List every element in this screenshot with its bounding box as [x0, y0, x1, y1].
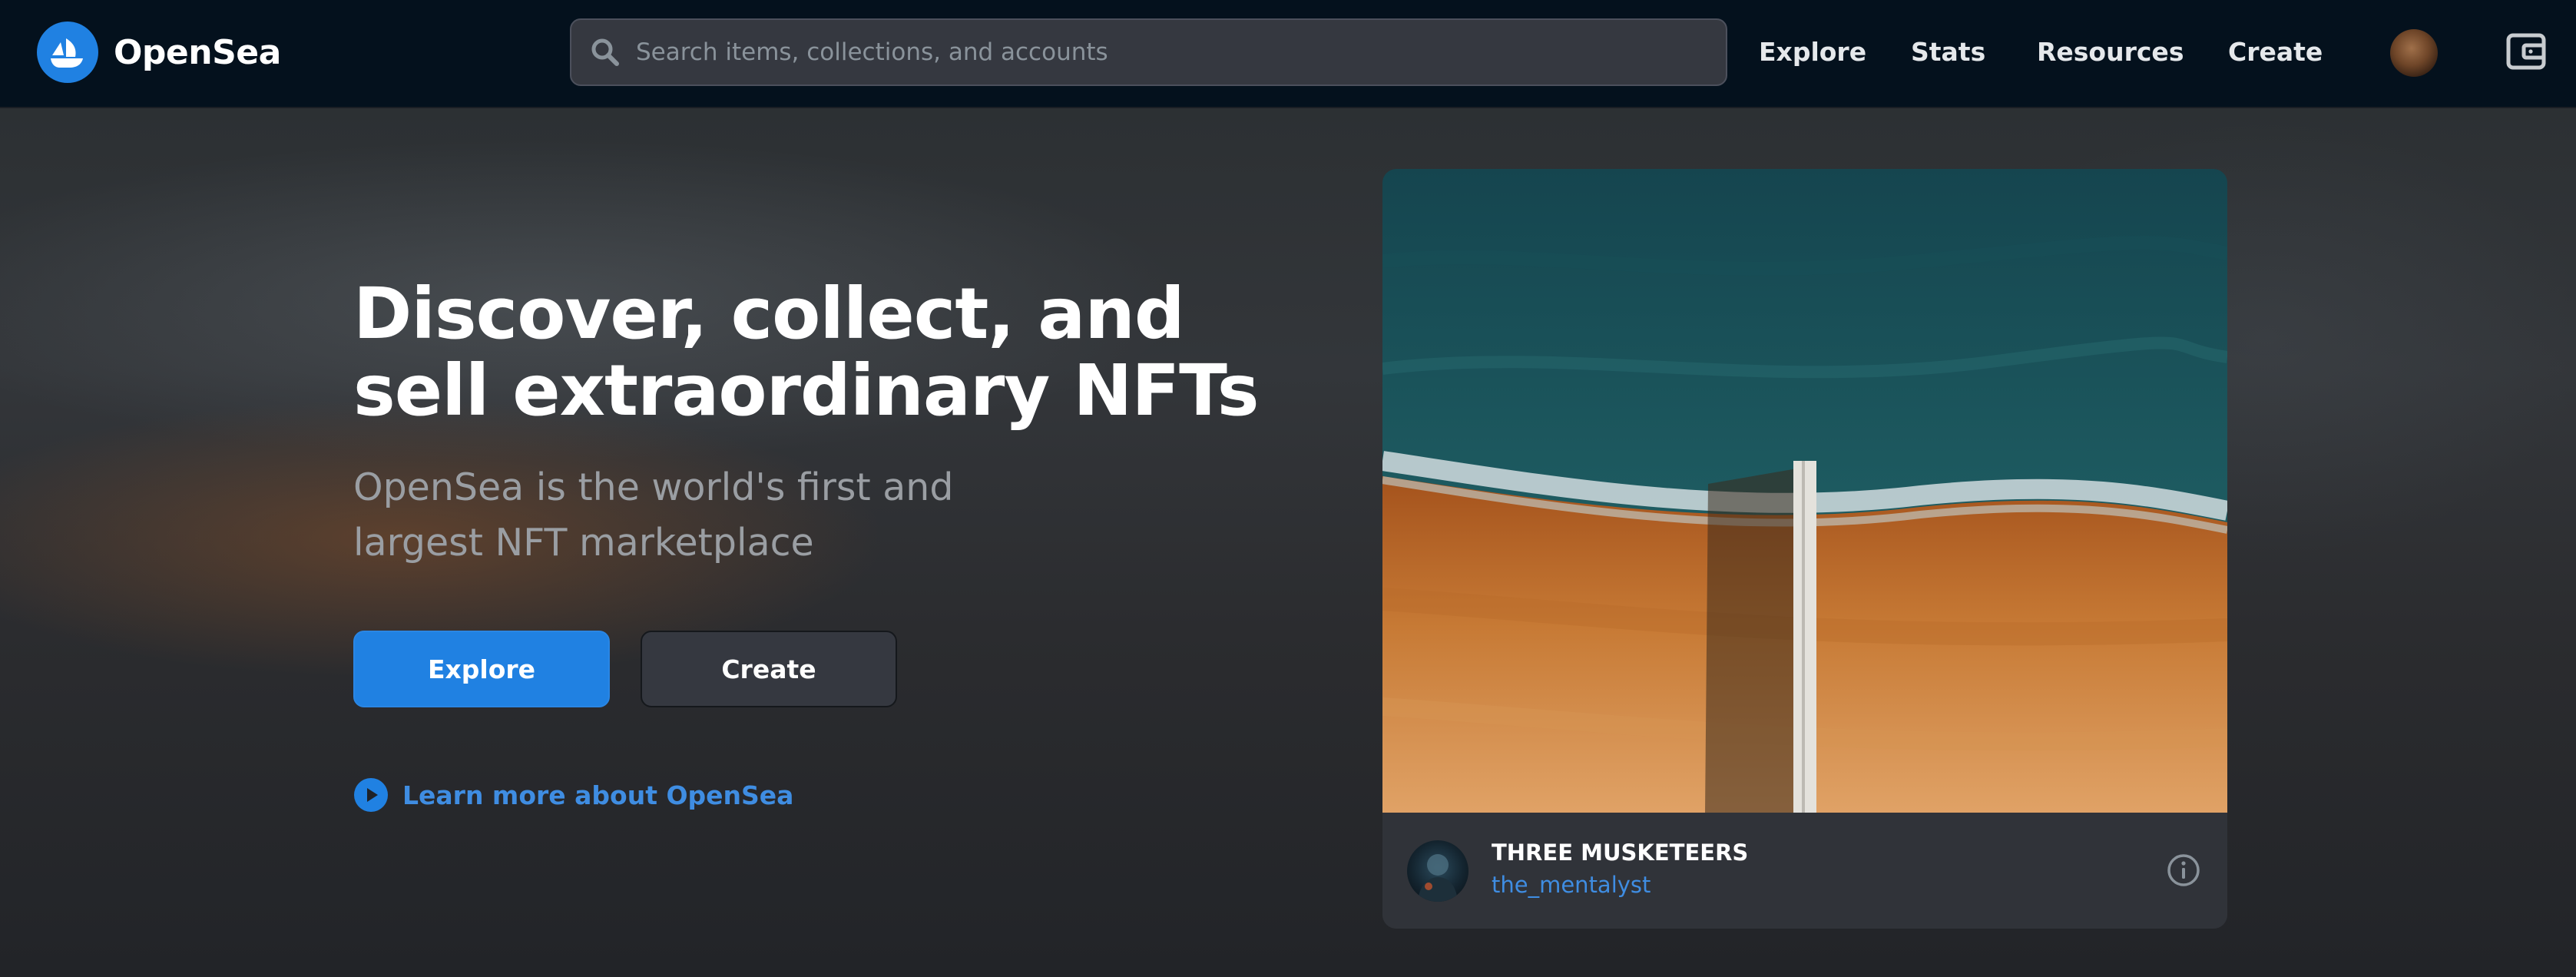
creator-avatar[interactable] — [1407, 840, 1468, 902]
search-input[interactable] — [636, 20, 1696, 84]
nav-create[interactable]: Create — [2228, 35, 2323, 69]
brand-link[interactable]: OpenSea — [37, 22, 281, 83]
nav-stats[interactable]: Stats — [1911, 35, 1985, 69]
create-button[interactable]: Create — [641, 631, 897, 707]
play-circle-icon — [354, 778, 388, 812]
featured-nft-footer: THREE MUSKETEERS the_mentalyst — [1382, 813, 2227, 929]
brand-name: OpenSea — [114, 32, 281, 72]
opensea-logo-icon — [37, 22, 98, 83]
featured-nft-image[interactable] — [1382, 169, 2227, 813]
hero-subtitle: OpenSea is the world's first and largest… — [353, 465, 954, 565]
featured-nft-card[interactable]: THREE MUSKETEERS the_mentalyst — [1382, 169, 2227, 929]
search-bar[interactable] — [570, 18, 1727, 86]
hero-section: Discover, collect, and sell extraordinar… — [0, 108, 2576, 977]
info-icon[interactable] — [2166, 853, 2201, 888]
hero-headline: Discover, collect, and sell extraordinar… — [353, 273, 1259, 432]
wallet-icon[interactable] — [2505, 31, 2547, 72]
learn-more-link[interactable]: Learn more about OpenSea — [353, 775, 793, 815]
nav-explore[interactable]: Explore — [1759, 35, 1866, 69]
profile-avatar[interactable] — [2390, 29, 2438, 77]
top-navbar: OpenSea Explore Stats Resources Create — [0, 0, 2576, 108]
learn-more-label: Learn more about OpenSea — [402, 780, 794, 810]
explore-button[interactable]: Explore — [353, 631, 610, 707]
search-icon — [591, 38, 619, 66]
creator-link[interactable]: the_mentalyst — [1492, 869, 1651, 900]
nav-resources[interactable]: Resources — [2037, 35, 2184, 69]
nft-title[interactable]: THREE MUSKETEERS — [1492, 837, 1748, 868]
